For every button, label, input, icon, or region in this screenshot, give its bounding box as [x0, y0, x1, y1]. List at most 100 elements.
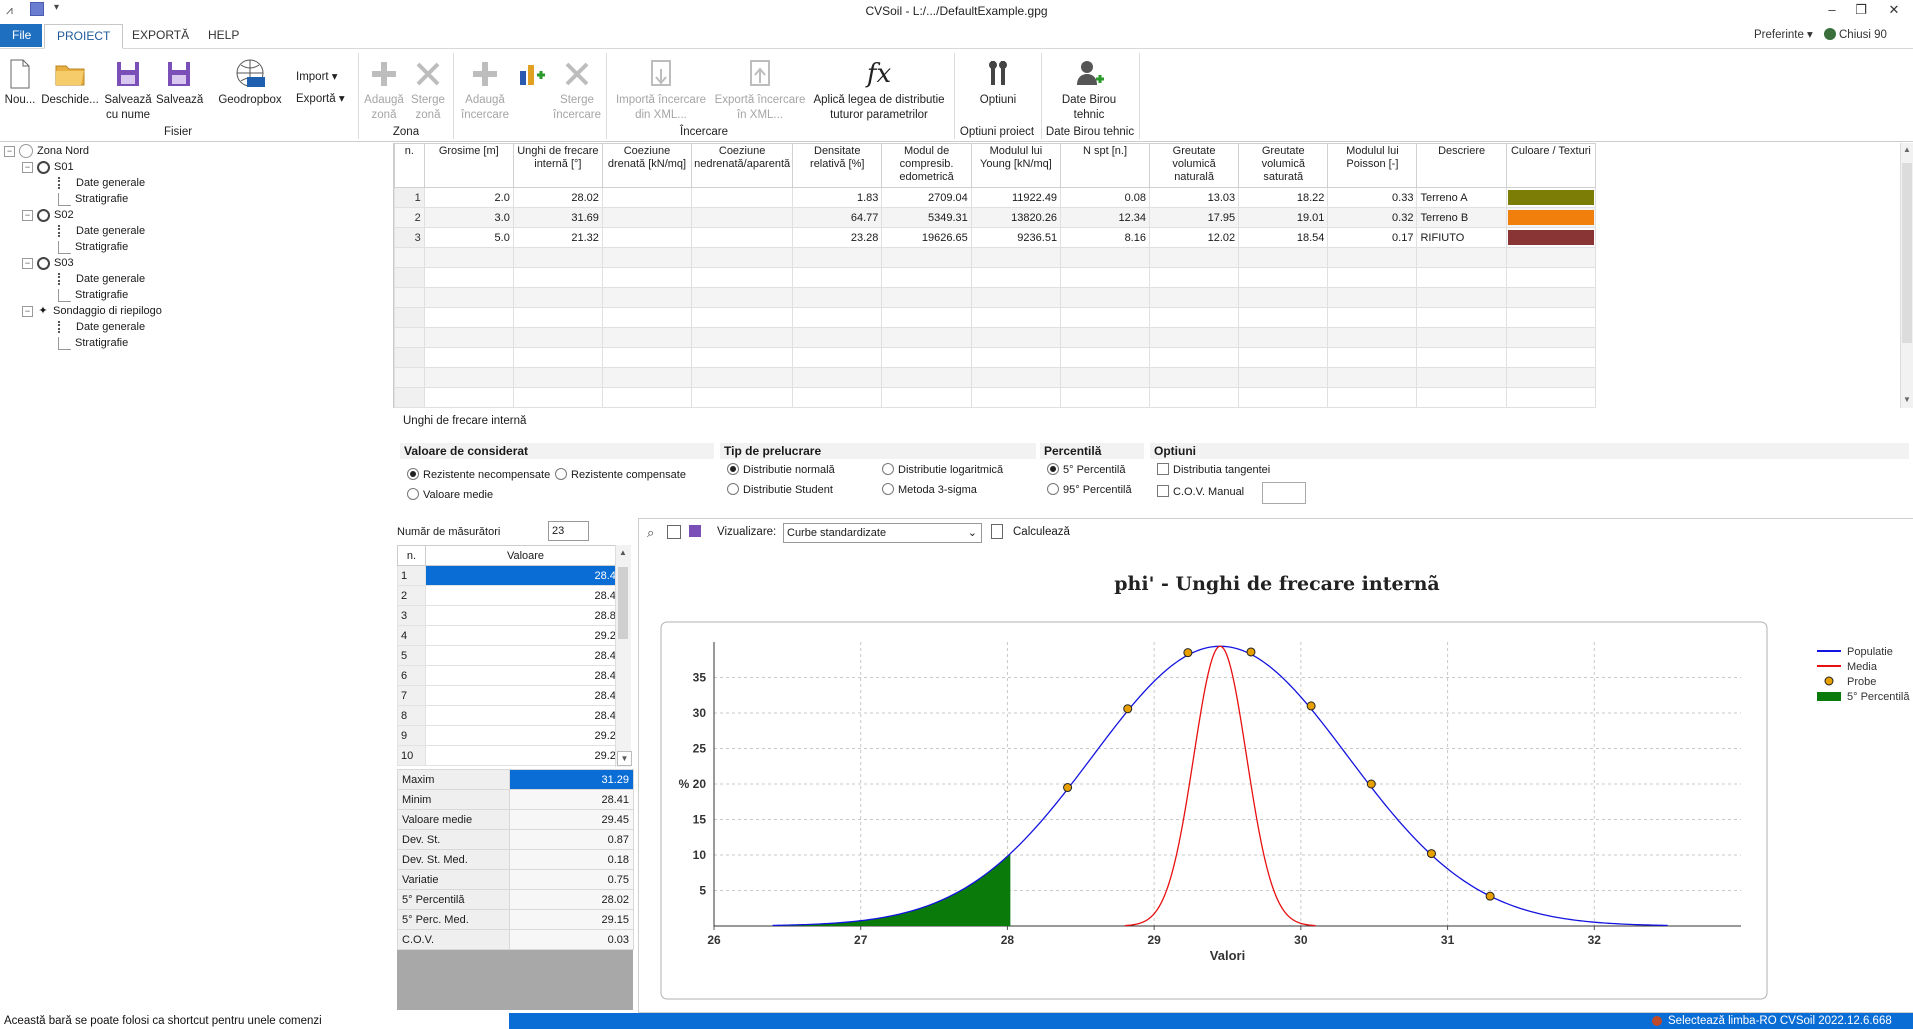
language-flag-icon[interactable]	[1652, 1016, 1662, 1026]
grid-cell[interactable]: 11922.49	[970, 187, 1062, 208]
grid-cell[interactable]	[601, 227, 693, 248]
list-item[interactable]: 7 28.41	[397, 685, 626, 706]
grid-cell[interactable]	[423, 367, 514, 388]
grid-cell[interactable]	[512, 347, 603, 368]
radio-compensated[interactable]: Rezistente compensate	[555, 468, 686, 482]
grid-cell[interactable]	[423, 267, 514, 288]
grid-cell[interactable]	[1505, 247, 1597, 268]
measurement-value[interactable]: 28.41	[425, 705, 626, 726]
row-number[interactable]	[394, 367, 425, 388]
grid-cell[interactable]: 5.0	[423, 227, 514, 248]
grid-cell[interactable]	[423, 287, 514, 308]
list-item[interactable]: 4 29.23	[397, 625, 626, 646]
copy-icon[interactable]	[667, 525, 681, 539]
row-number[interactable]: 1	[394, 187, 425, 208]
grid-cell[interactable]: 19626.65	[881, 227, 972, 248]
grid-cell[interactable]	[792, 307, 883, 328]
grid-cell[interactable]	[792, 267, 883, 288]
grid-cell[interactable]: 1.83	[792, 187, 883, 208]
grid-cell[interactable]	[1060, 307, 1150, 328]
list-item[interactable]: 9 29.23	[397, 725, 626, 746]
grid-cell[interactable]	[1416, 307, 1507, 328]
grid-header-cell[interactable]: Grosime [m]	[423, 143, 514, 188]
grid-cell[interactable]	[601, 347, 693, 368]
row-number[interactable]	[394, 247, 425, 268]
grid-cell[interactable]	[970, 327, 1062, 348]
grid-cell[interactable]	[1327, 347, 1418, 368]
grid-cell[interactable]	[1238, 327, 1329, 348]
grid-cell[interactable]	[1238, 267, 1329, 288]
save-as-button[interactable]: Salvează cu nume	[102, 57, 154, 123]
grid-header-cell[interactable]: Greutate volumică saturată	[1238, 143, 1329, 188]
grid-cell[interactable]: 8.16	[1060, 227, 1150, 248]
grid-cell[interactable]	[691, 387, 794, 408]
grid-cell[interactable]: 31.69	[512, 207, 603, 228]
color-swatch[interactable]	[1507, 210, 1594, 225]
grid-header-cell[interactable]: Culoare / Texturi	[1505, 143, 1597, 188]
grid-cell[interactable]	[512, 327, 603, 348]
options-button[interactable]: Optiuni	[964, 57, 1032, 108]
grid-cell[interactable]	[601, 387, 693, 408]
tree-item-general[interactable]: Date generale	[58, 223, 145, 239]
grid-cell[interactable]	[970, 267, 1062, 288]
grid-header-cell[interactable]: Coeziune drenată [kN/mq]	[601, 143, 693, 188]
save-chart-icon[interactable]	[689, 525, 701, 537]
close-button[interactable]: ✕	[1880, 2, 1908, 20]
grid-header-cell[interactable]: Densitate relativă [%]	[792, 143, 883, 188]
calculator-icon[interactable]	[991, 524, 1003, 539]
delete-test-button[interactable]: Sterge încercare	[550, 57, 604, 123]
grid-cell[interactable]	[970, 307, 1062, 328]
grid-cell[interactable]	[1148, 327, 1240, 348]
table-row[interactable]: 3 5.0 21.32 23.28 19626.65 9236.51 8.16 12.02 18…	[394, 227, 1597, 248]
grid-header-cell[interactable]: Unghi de frecare internă [°]	[512, 143, 603, 188]
grid-cell[interactable]	[691, 247, 794, 268]
add-column-button[interactable]	[514, 57, 548, 93]
grid-cell[interactable]	[1416, 347, 1507, 368]
tree-item-general[interactable]: Date generale	[58, 319, 145, 335]
grid-cell[interactable]	[1060, 347, 1150, 368]
grid-cell[interactable]	[691, 287, 794, 308]
grid-cell[interactable]	[1148, 247, 1240, 268]
grid-cell[interactable]: 64.77	[792, 207, 883, 228]
grid-cell[interactable]	[1505, 187, 1597, 208]
grid-cell[interactable]	[512, 247, 603, 268]
tree-item-general[interactable]: Date generale	[58, 175, 145, 191]
grid-header-cell[interactable]: n.	[394, 143, 425, 188]
grid-cell[interactable]	[1505, 267, 1597, 288]
grid-header-cell[interactable]: Coeziune nedrenată/aparentă	[691, 143, 794, 188]
grid-cell[interactable]	[512, 307, 603, 328]
grid-cell[interactable]	[1238, 247, 1329, 268]
grid-header-cell[interactable]: Modulul lui Young [kN/mq]	[970, 143, 1062, 188]
add-test-button[interactable]: Adaugă încercare	[458, 57, 512, 123]
grid-cell[interactable]	[1416, 287, 1507, 308]
row-number[interactable]: 2	[394, 207, 425, 228]
measurement-value[interactable]: 28.41	[425, 645, 626, 666]
grid-cell[interactable]	[970, 247, 1062, 268]
geodropbox-button[interactable]: Geodropbox	[210, 57, 290, 108]
grid-cell[interactable]: Terreno B	[1416, 207, 1507, 228]
grid-cell[interactable]	[881, 367, 972, 388]
tree-site-summary[interactable]: − ✦ Sondaggio di riepilogo	[22, 303, 162, 319]
radio-5-percentile[interactable]: 5° Percentilă	[1047, 463, 1126, 477]
radio-log-distribution[interactable]: Distributie logaritmică	[882, 463, 1003, 477]
grid-cell[interactable]: 2.0	[423, 187, 514, 208]
new-button[interactable]: Nou...	[2, 57, 38, 108]
table-row[interactable]: 1 2.0 28.02 1.83 2709.04 11922.49 0.08 13.03 18.…	[394, 187, 1597, 208]
grid-cell[interactable]	[601, 187, 693, 208]
grid-header-cell[interactable]: Modulul lui Poisson [-]	[1327, 143, 1418, 188]
save-button[interactable]: Salvează	[156, 57, 203, 108]
apply-distribution-button[interactable]: fx Aplică legea de distributie tuturor p…	[810, 57, 948, 123]
grid-cell[interactable]	[881, 387, 972, 408]
grid-cell[interactable]	[691, 187, 794, 208]
list-item[interactable]: 5 28.41	[397, 645, 626, 666]
grid-cell[interactable]: 2709.04	[881, 187, 972, 208]
measurement-value[interactable]: 29.23	[425, 725, 626, 746]
grid-cell[interactable]: 28.02	[512, 187, 603, 208]
cov-manual-input[interactable]	[1262, 482, 1306, 504]
grid-cell[interactable]: Terreno A	[1416, 187, 1507, 208]
tab-exporta[interactable]: EXPORTĂ	[120, 24, 201, 47]
grid-cell[interactable]	[1148, 287, 1240, 308]
grid-cell[interactable]	[512, 267, 603, 288]
grid-cell[interactable]: 0.33	[1327, 187, 1418, 208]
grid-cell[interactable]	[1416, 387, 1507, 408]
